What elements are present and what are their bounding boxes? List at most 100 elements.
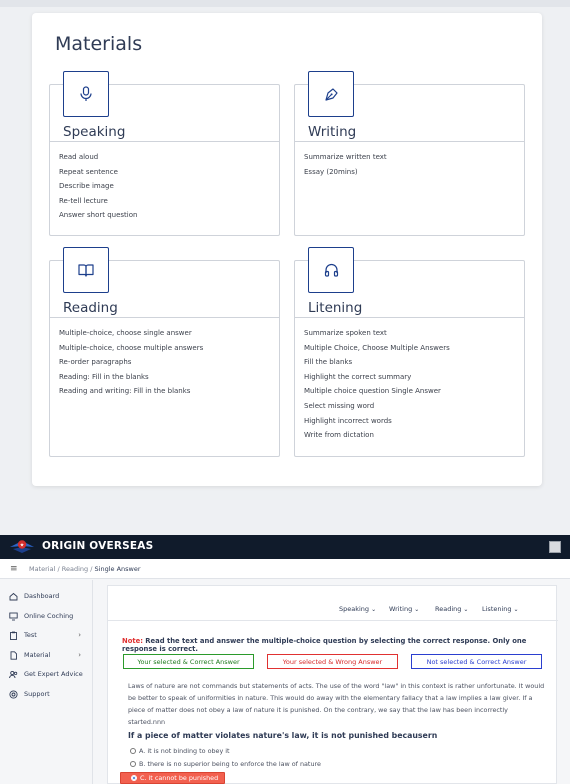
question-text: If a piece of matter violates nature's l… — [128, 731, 438, 740]
material-card-header: Reading — [50, 247, 279, 318]
tab-reading[interactable]: Reading ⌄ — [435, 605, 468, 613]
monitor-icon — [9, 612, 18, 621]
breadcrumb-material[interactable]: Material — [29, 565, 55, 573]
breadcrumb-bar: ≡ Material / Reading / Single Answer — [0, 559, 570, 579]
sidebar-item-dashboard[interactable]: Dashboard — [9, 590, 89, 602]
legend-missed: Not selected & Correct Answer — [411, 654, 542, 669]
material-link[interactable]: Essay (20mins) — [304, 165, 524, 180]
material-card-title: Speaking — [63, 124, 126, 140]
instruction-note: Note: Read the text and answer the multi… — [122, 637, 547, 653]
material-card-header: Writing — [295, 71, 524, 142]
material-link[interactable]: Write from dictation — [304, 428, 524, 443]
clipboard-icon — [9, 631, 18, 640]
chevron-right-icon: › — [78, 651, 81, 659]
home-icon — [9, 592, 18, 601]
material-link[interactable]: Multiple Choice, Choose Multiple Answers — [304, 341, 524, 356]
material-card-header: Speaking — [50, 71, 279, 142]
material-list: Multiple-choice, choose single answer Mu… — [50, 318, 279, 399]
chevron-down-icon: ⌄ — [371, 606, 377, 613]
menu-toggle-button[interactable] — [549, 541, 561, 553]
material-link[interactable]: Reading: Fill in the blanks — [59, 370, 279, 385]
sidebar-item-get-expert-advice[interactable]: Get Expert Advice — [9, 668, 89, 680]
legend-correct: Your selected & Correct Answer — [123, 654, 254, 669]
sidebar-item-label: Support — [24, 690, 50, 698]
material-list: Summarize spoken text Multiple Choice, C… — [295, 318, 524, 443]
radio-button[interactable] — [130, 748, 136, 754]
top-navbar: ★ ORIGIN OVERSEAS — [0, 535, 570, 559]
material-card-reading[interactable]: Reading Multiple-choice, choose single a… — [49, 247, 280, 457]
radio-button[interactable] — [130, 761, 136, 767]
material-link[interactable]: Summarize spoken text — [304, 326, 524, 341]
material-link[interactable]: Read aloud — [59, 150, 279, 165]
chevron-down-icon: ⌄ — [414, 606, 420, 613]
material-card-speaking[interactable]: Speaking Read aloud Repeat sentence Desc… — [49, 71, 280, 236]
material-link[interactable]: Highlight the correct summary — [304, 370, 524, 385]
material-link[interactable]: Summarize written text — [304, 150, 524, 165]
sidebar-item-label: Test — [24, 631, 37, 639]
support-icon — [9, 689, 18, 699]
sidebar-item-material[interactable]: Material › — [9, 649, 89, 661]
material-link[interactable]: Re-tell lecture — [59, 194, 279, 209]
sidebar: Dashboard Online Coching Test › Material… — [0, 580, 93, 784]
material-link[interactable]: Multiple choice question Single Answer — [304, 384, 524, 399]
hamburger-icon[interactable]: ≡ — [10, 565, 18, 574]
material-link[interactable]: Describe image — [59, 179, 279, 194]
book-icon — [63, 247, 109, 293]
radio-button[interactable] — [131, 775, 137, 781]
tab-speaking[interactable]: Speaking ⌄ — [339, 605, 376, 613]
microphone-icon — [63, 71, 109, 117]
app-screen: ★ ORIGIN OVERSEAS ≡ Material / Reading /… — [0, 535, 570, 784]
material-card-title: Writing — [308, 124, 357, 140]
material-list: Read aloud Repeat sentence Describe imag… — [50, 142, 279, 223]
sidebar-item-support[interactable]: Support — [9, 688, 89, 700]
pen-nib-icon — [308, 71, 354, 117]
headphones-icon — [308, 247, 354, 293]
users-icon — [9, 670, 18, 679]
material-link[interactable]: Fill the blanks — [304, 355, 524, 370]
material-link[interactable]: Repeat sentence — [59, 165, 279, 180]
note-text: Read the text and answer the multiple-ch… — [122, 637, 527, 653]
answer-option-b[interactable]: B. there is no superior being to enforce… — [130, 760, 321, 768]
material-list: Summarize written text Essay (20mins) — [295, 142, 524, 179]
top-strip — [0, 0, 570, 7]
legend-wrong: Your selected & Wrong Answer — [267, 654, 398, 669]
material-card-header: Litening — [295, 247, 524, 318]
chevron-down-icon: ⌄ — [513, 606, 519, 613]
material-card-title: Litening — [308, 300, 363, 316]
sidebar-item-test[interactable]: Test › — [9, 629, 89, 641]
note-label: Note: — [122, 637, 143, 645]
tab-listening[interactable]: Listening ⌄ — [482, 605, 519, 613]
material-link[interactable]: Multiple-choice, choose single answer — [59, 326, 279, 341]
material-card-title: Reading — [63, 300, 118, 316]
sidebar-item-online-coching[interactable]: Online Coching — [9, 610, 89, 622]
material-card-writing[interactable]: Writing Summarize written text Essay (20… — [294, 71, 525, 236]
answer-option-a[interactable]: A. it is not binding to obey it — [130, 747, 230, 755]
svg-text:★: ★ — [20, 542, 25, 548]
material-link[interactable]: Re-order paragraphs — [59, 355, 279, 370]
material-link[interactable]: Multiple-choice, choose multiple answers — [59, 341, 279, 356]
question-panel: Speaking ⌄ Writing ⌄ Reading ⌄ Listening ⌄ N… — [107, 585, 558, 784]
breadcrumb: Material / Reading / Single Answer — [29, 565, 141, 573]
material-link[interactable]: Answer short question — [59, 208, 279, 223]
material-link[interactable]: Select missing word — [304, 399, 524, 414]
answer-option-c[interactable]: C. it cannot be punished — [120, 772, 226, 784]
page-title: Materials — [55, 33, 143, 55]
sidebar-item-label: Material — [24, 651, 51, 659]
sidebar-item-label: Online Coching — [24, 612, 74, 620]
file-icon — [9, 650, 18, 660]
brand-logo[interactable]: ★ — [9, 538, 35, 556]
tab-writing[interactable]: Writing ⌄ — [389, 605, 419, 613]
material-card-listening[interactable]: Litening Summarize spoken text Multiple … — [294, 247, 525, 457]
material-link[interactable]: Highlight incorrect words — [304, 414, 524, 429]
chevron-down-icon: ⌄ — [463, 606, 469, 613]
breadcrumb-current: Single Answer — [94, 565, 141, 573]
section-tabs: Speaking ⌄ Writing ⌄ Reading ⌄ Listening ⌄ — [108, 586, 558, 621]
sidebar-item-label: Dashboard — [24, 592, 60, 600]
materials-panel: Materials Speaking Read aloud Repeat sen… — [32, 13, 542, 486]
brand-name: ORIGIN OVERSEAS — [42, 540, 154, 552]
reading-passage: Laws of nature are not commands but stat… — [128, 682, 545, 726]
chevron-right-icon: › — [78, 631, 81, 639]
material-link[interactable]: Reading and writing: Fill in the blanks — [59, 384, 279, 399]
sidebar-item-label: Get Expert Advice — [24, 670, 83, 678]
breadcrumb-reading[interactable]: Reading — [62, 565, 88, 573]
